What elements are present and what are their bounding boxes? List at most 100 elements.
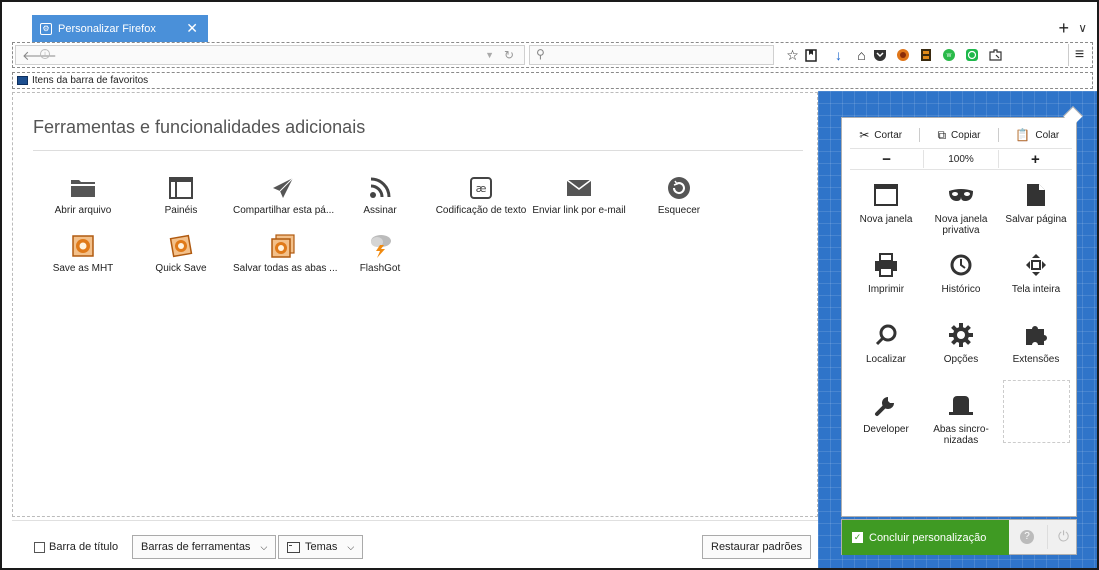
puzzle-icon bbox=[1001, 320, 1071, 350]
bookmark-star-icon[interactable]: ☆ bbox=[781, 44, 804, 66]
history-icon bbox=[926, 250, 996, 280]
paste-label: Colar bbox=[1035, 129, 1060, 141]
palette-item-sidebar[interactable]: Painéis bbox=[131, 173, 231, 216]
zoom-in-button[interactable]: + bbox=[999, 151, 1072, 168]
forget-icon bbox=[629, 173, 729, 203]
menu-item-find[interactable]: Localizar bbox=[851, 320, 921, 365]
toolbars-dropdown[interactable]: Barras de ferramentas ⌵ bbox=[132, 535, 277, 559]
done-customizing-label: Concluir personalização bbox=[869, 531, 987, 544]
bookmarks-toolbar-items-label[interactable]: Itens da barra de favoritos bbox=[32, 75, 148, 86]
print-icon bbox=[851, 250, 921, 280]
hamburger-menu-icon[interactable]: ≡ bbox=[1068, 44, 1090, 66]
private-window-icon bbox=[926, 180, 996, 210]
menu-item-new-window[interactable]: Nova janela bbox=[851, 180, 921, 225]
copy-label: Copiar bbox=[951, 129, 981, 141]
edit-controls: ✂ Cortar ⧉ Copiar 📋 Colar bbox=[842, 124, 1076, 146]
tab-customize-firefox[interactable]: ⚙ Personalizar Firefox ✕ bbox=[32, 15, 208, 42]
synced-tabs-icon bbox=[926, 390, 996, 420]
reload-icon[interactable]: ↻ bbox=[504, 48, 514, 62]
paste-button[interactable]: 📋 Colar bbox=[999, 128, 1076, 142]
chevron-down-icon: ⌵ bbox=[260, 541, 268, 552]
zoom-out-button[interactable]: − bbox=[850, 151, 923, 168]
zoom-reset-button[interactable]: 100% bbox=[924, 154, 997, 165]
fullscreen-icon bbox=[1001, 250, 1071, 280]
save-page-label: Salvar página bbox=[1005, 214, 1067, 225]
menu-item-developer[interactable]: Developer bbox=[851, 390, 921, 435]
menu-item-fullscreen[interactable]: Tela inteira bbox=[1001, 250, 1071, 295]
palette-item-open-file[interactable]: Abrir arquivo bbox=[33, 173, 133, 216]
palette-item-subscribe[interactable]: Assinar bbox=[330, 173, 430, 216]
menu-item-addons[interactable]: Extensões bbox=[1001, 320, 1071, 365]
dropdown-arrow-icon[interactable]: ▼ bbox=[485, 50, 494, 60]
options-gear-icon bbox=[926, 320, 996, 350]
search-bar[interactable]: ⚲ bbox=[529, 45, 774, 65]
fullscreen-label: Tela inteira bbox=[1011, 284, 1061, 295]
zoom-controls: − 100% + bbox=[850, 148, 1072, 170]
checkmark-icon: ✓ bbox=[852, 532, 863, 543]
cut-button[interactable]: ✂ Cortar bbox=[842, 128, 919, 142]
close-tab-icon[interactable]: ✕ bbox=[186, 20, 198, 37]
menu-item-print[interactable]: Imprimir bbox=[851, 250, 921, 295]
title-bar-toggle[interactable]: Barra de título bbox=[34, 541, 118, 553]
mht-icon bbox=[33, 231, 133, 261]
menu-item-history[interactable]: Histórico bbox=[926, 250, 996, 295]
options-label: Opções bbox=[943, 354, 979, 365]
copy-button[interactable]: ⧉ Copiar bbox=[920, 128, 997, 143]
palette-item-forget[interactable]: Esquecer bbox=[629, 173, 729, 216]
palette-item-save-as-mht[interactable]: Save as MHT bbox=[33, 231, 133, 274]
addon-puzzle-icon[interactable] bbox=[988, 48, 1011, 62]
addons-label: Extensões bbox=[1012, 354, 1060, 365]
restore-defaults-label: Restaurar padrões bbox=[711, 541, 803, 553]
themes-icon bbox=[287, 541, 300, 553]
bookmarks-folder-icon bbox=[17, 76, 28, 85]
addon-chat-icon[interactable]: W bbox=[942, 48, 965, 62]
themes-dropdown[interactable]: Temas ⌵ bbox=[278, 535, 364, 559]
info-icon[interactable]: i bbox=[40, 49, 50, 59]
whatsapp-icon[interactable] bbox=[965, 48, 988, 62]
pocket-icon[interactable] bbox=[873, 48, 896, 62]
bookmarks-toolbar: Itens da barra de favoritos bbox=[12, 72, 1093, 89]
themes-label: Temas bbox=[305, 541, 338, 553]
history-label: Histórico bbox=[941, 284, 981, 295]
palette-item-email-link[interactable]: Enviar link por e-mail bbox=[529, 173, 629, 216]
palette-item-save-all-tabs[interactable]: Salvar todas as abas ... bbox=[233, 231, 338, 274]
menu-item-synced-tabs[interactable]: Abas sincro-nizadas bbox=[926, 390, 996, 446]
help-icon[interactable]: ? bbox=[1020, 530, 1034, 544]
home-icon[interactable]: ⌂ bbox=[850, 44, 873, 66]
addon-fox-icon[interactable] bbox=[896, 48, 919, 62]
sidebar-icon bbox=[131, 173, 231, 203]
browser-window: ⚙ Personalizar Firefox ✕ + ∨ 🡐 i ▼ ↻ ⚲ ☆… bbox=[0, 0, 1099, 570]
private-window-label: Nova janela privativa bbox=[934, 214, 988, 236]
palette-item-flashgot[interactable]: FlashGot bbox=[330, 231, 430, 274]
save-page-icon bbox=[1001, 180, 1071, 210]
bookmarks-menu-icon[interactable] bbox=[804, 48, 827, 62]
addon-film-icon[interactable] bbox=[919, 48, 942, 62]
power-icon[interactable]: ⏻ bbox=[1047, 525, 1069, 549]
tab-title: Personalizar Firefox bbox=[58, 22, 156, 35]
done-customizing-button[interactable]: ✓ Concluir personalização bbox=[842, 520, 1009, 555]
print-label: Imprimir bbox=[867, 284, 905, 295]
quick-save-icon bbox=[131, 231, 231, 261]
panel-footer: ✓ Concluir personalização ? ⏻ bbox=[841, 519, 1077, 555]
synced-tabs-label: Abas sincro-nizadas bbox=[933, 424, 989, 446]
menu-item-options[interactable]: Opções bbox=[926, 320, 996, 365]
tab-strip: ⚙ Personalizar Firefox ✕ + ∨ bbox=[2, 2, 1097, 42]
menu-item-private-window[interactable]: Nova janela privativa bbox=[926, 180, 996, 236]
downloads-icon[interactable]: ↓ bbox=[827, 44, 850, 66]
rss-icon bbox=[330, 173, 430, 203]
copy-icon: ⧉ bbox=[937, 127, 947, 142]
flashgot-icon bbox=[330, 231, 430, 261]
customize-palette: Ferramentas e funcionalidades adicionais… bbox=[12, 92, 818, 517]
tab-list-chevron-icon[interactable]: ∨ bbox=[1078, 21, 1087, 35]
palette-item-text-encoding[interactable]: æ Codificação de texto bbox=[431, 173, 531, 216]
restore-defaults-button[interactable]: Restaurar padrões bbox=[702, 535, 812, 559]
new-tab-button[interactable]: + bbox=[1058, 18, 1069, 39]
search-icon: ⚲ bbox=[536, 47, 545, 61]
title-bar-checkbox[interactable] bbox=[34, 541, 45, 553]
url-bar[interactable]: 🡐 i ▼ ↻ bbox=[15, 45, 525, 65]
find-icon bbox=[851, 320, 921, 350]
palette-item-share[interactable]: Compartilhar esta pá... bbox=[233, 173, 334, 216]
menu-item-save-page[interactable]: Salvar página bbox=[1001, 180, 1071, 225]
customize-footer: Barra de título Barras de ferramentas ⌵ … bbox=[12, 520, 818, 568]
palette-item-quick-save[interactable]: Quick Save bbox=[131, 231, 231, 274]
